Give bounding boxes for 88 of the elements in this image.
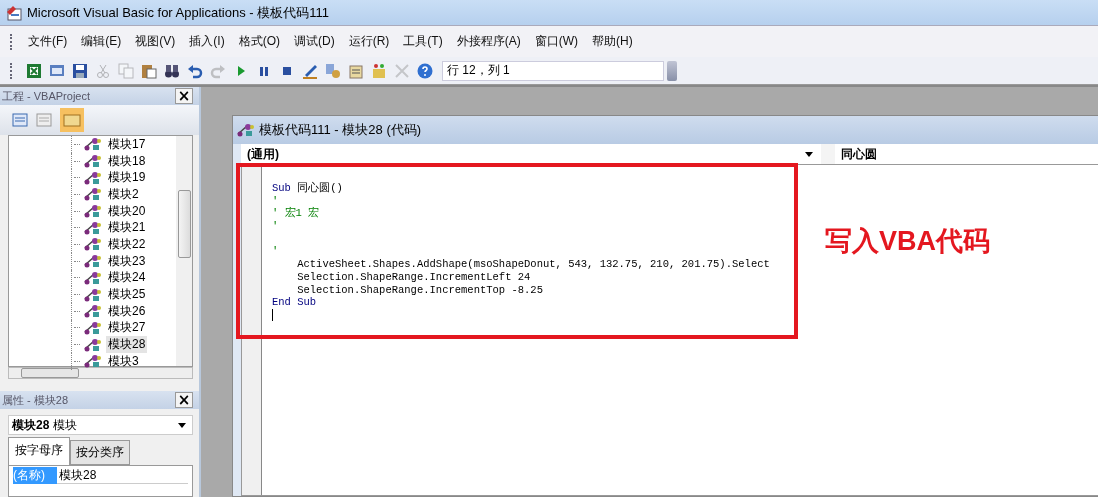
tree-item[interactable]: 模块3: [106, 352, 141, 370]
caret-icon: [805, 151, 813, 157]
code-line: ' 宏1 宏: [272, 207, 321, 221]
caret-icon: [178, 422, 186, 428]
project-explorer-icon: [325, 62, 341, 79]
help-icon: [417, 62, 433, 79]
object-browser-icon: [371, 62, 387, 79]
menu-item[interactable]: 外接程序(A): [449, 30, 528, 53]
tree-item[interactable]: 模块25: [106, 286, 148, 304]
toolbox-icon: [394, 62, 410, 79]
annotation-text: 写入VBA代码: [825, 225, 990, 258]
menu-item[interactable]: 工具(T): [396, 30, 450, 53]
close-button[interactable]: ×: [175, 392, 193, 408]
copy-icon: [118, 62, 134, 79]
tree-item[interactable]: 模块17: [106, 135, 148, 153]
binoculars-icon: [164, 62, 180, 79]
tree-item[interactable]: 模块22: [106, 235, 148, 253]
tree-item[interactable]: 模块19: [106, 169, 148, 187]
scrollbar[interactable]: [176, 136, 192, 366]
menu-item[interactable]: 插入(I): [182, 30, 232, 53]
close-button[interactable]: ×: [175, 88, 193, 104]
tree-item[interactable]: 模块2: [106, 185, 141, 203]
code-line: Selection.ShapeRange.IncrementTop -8.25: [296, 283, 544, 297]
code-line: ': [272, 220, 280, 233]
tab[interactable]: 按字母序: [8, 437, 70, 465]
menu-item[interactable]: 编辑(E): [74, 30, 129, 53]
menu-item[interactable]: 窗口(W): [527, 30, 585, 53]
module-icon: [84, 354, 102, 369]
module-icon: [84, 304, 102, 319]
menu-item[interactable]: 文件(F): [21, 30, 75, 53]
menu-item[interactable]: 调试(D): [287, 30, 342, 53]
form-icon: [49, 62, 65, 79]
window-title: Microsoft Visual Basic for Applications - 模板代码111: [27, 3, 329, 22]
object-dropdown[interactable]: (通用): [241, 144, 821, 164]
tree-item[interactable]: 模块20: [106, 202, 148, 220]
ruler-pencil-icon: [302, 62, 318, 79]
code-line: ': [272, 245, 280, 259]
redo-icon: [210, 62, 226, 79]
cursor-position: 行 12，列 1: [442, 60, 664, 81]
save-icon: [72, 62, 88, 79]
object-dropdown[interactable]: 模块28 模块: [8, 415, 193, 435]
view-object-icon[interactable]: [36, 113, 52, 127]
module-icon: [84, 154, 102, 169]
menu-item[interactable]: 格式(O): [231, 30, 287, 53]
properties-icon: [348, 62, 364, 79]
module-icon: [84, 187, 102, 202]
module-icon: [84, 337, 102, 352]
property-value[interactable]: 模块28: [57, 467, 97, 484]
text-cursor: [272, 308, 273, 321]
tree-item[interactable]: 模块21: [106, 219, 148, 237]
tree-item[interactable]: 模块23: [106, 252, 148, 270]
code-line: Sub 同心圆(): [272, 182, 344, 195]
code-line: End Sub: [272, 296, 318, 309]
module-icon: [84, 320, 102, 335]
module-icon: [84, 137, 102, 152]
tree-item[interactable]: 模块26: [106, 302, 148, 320]
app-icon: [6, 4, 22, 21]
procedure-dropdown[interactable]: 同心圆: [835, 144, 1098, 164]
tree-item[interactable]: 模块18: [106, 152, 148, 170]
code-line: Selection.ShapeRange.IncrementLeft 24: [296, 270, 532, 284]
module-icon: [84, 270, 102, 285]
module-icon: [84, 287, 102, 302]
tab[interactable]: 按分类序: [70, 440, 130, 465]
menu-item[interactable]: 帮助(H): [585, 30, 640, 53]
code-line: ': [272, 194, 280, 208]
module-icon: [84, 204, 102, 219]
module-icon: [84, 220, 102, 235]
tree-item[interactable]: 模块27: [106, 319, 148, 337]
module-icon: [84, 237, 102, 252]
menu-item[interactable]: 视图(V): [128, 30, 183, 53]
tree-item[interactable]: 模块28: [106, 336, 148, 354]
pane-title: 属性 - 模块28: [2, 392, 68, 408]
pane-title: 工程 - VBAProject: [2, 88, 91, 104]
module-icon: [84, 170, 102, 185]
tree-item[interactable]: 模块24: [106, 269, 148, 287]
paste-icon: [141, 62, 157, 79]
menu-item[interactable]: 运行(R): [341, 30, 397, 53]
spreadsheet-icon: [26, 62, 42, 79]
toolbar-options-button[interactable]: [667, 60, 677, 81]
view-code-icon[interactable]: [12, 113, 28, 127]
horizontal-scrollbar[interactable]: [8, 367, 193, 379]
cut-icon: [95, 62, 111, 79]
code-line: ActiveSheet.Shapes.AddShape(msoShapeDonut, 543, 132.75, 210, 201.75).Select: [296, 258, 771, 271]
folder-icon[interactable]: [60, 108, 84, 132]
module-icon: [237, 123, 255, 137]
undo-icon: [187, 62, 203, 79]
code-window-title: 模板代码111 - 模块28 (代码): [259, 121, 422, 139]
module-icon: [84, 254, 102, 269]
